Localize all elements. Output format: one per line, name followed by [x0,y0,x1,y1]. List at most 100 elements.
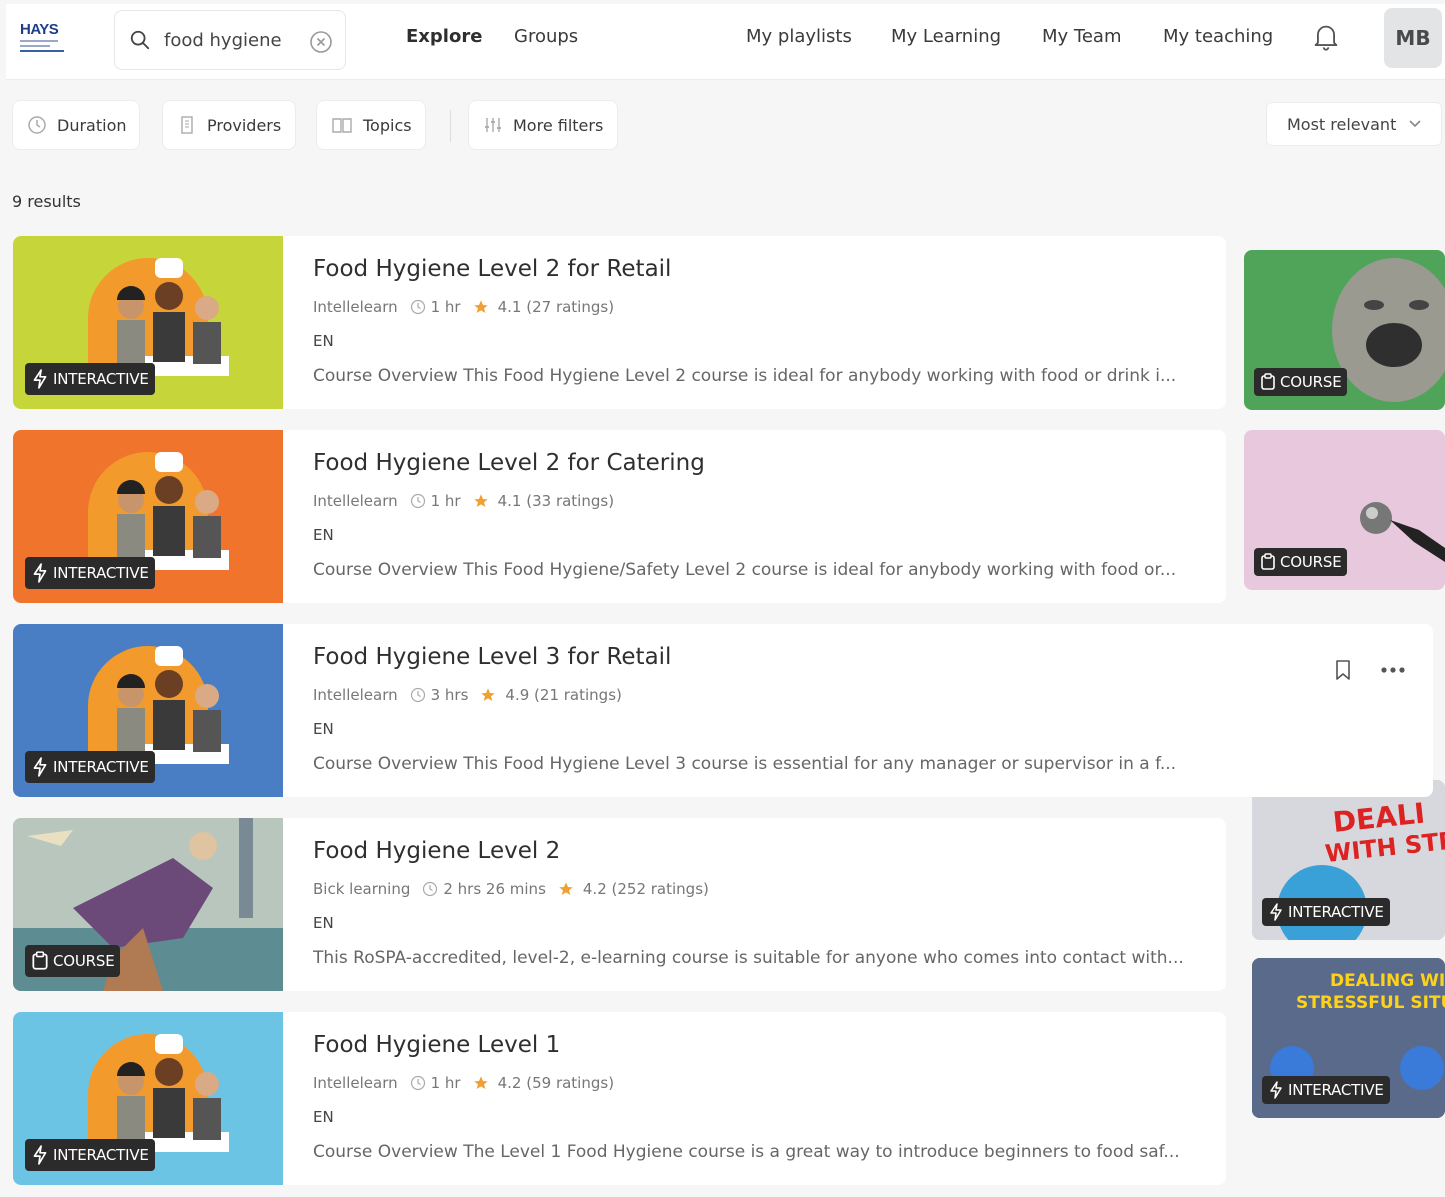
result-card[interactable]: COURSE Food Hygiene Level 2 Bick learning 2… [13,818,1226,991]
card-provider: Intellelearn [313,686,398,704]
search-icon [130,30,150,50]
side-thumb-2[interactable]: COURSE [1244,430,1445,590]
card-description: This RoSPA-accredited, level-2, e-learni… [313,948,1184,968]
course-badge: COURSE [1254,548,1348,576]
card-description: Course Overview This Food Hygiene/Safety… [313,560,1177,580]
clipboard-icon [1261,373,1275,390]
card-description: Course Overview The Level 1 Food Hygiene… [313,1142,1180,1162]
result-card[interactable]: INTERACTIVE Food Hygiene Level 1 Intellele… [13,1012,1226,1185]
chevron-down-icon [1409,120,1421,128]
card-meta: Intellelearn 1 hr 4.1 (33 ratings) [313,492,614,510]
star-icon [481,688,496,701]
nav-my-playlists[interactable]: My playlists [746,26,852,47]
card-provider: Intellelearn [313,492,398,510]
results-count: 9 results [12,192,81,211]
search-box[interactable]: food hygiene [114,10,346,70]
card-meta: Intellelearn 1 hr 4.1 (27 ratings) [313,298,614,316]
bookmark-icon[interactable] [1331,658,1355,682]
lightning-icon [1270,903,1282,921]
avatar[interactable]: MB [1384,8,1442,68]
side-thumb-3[interactable]: DEALI WITH STR INTERACTIVE [1252,780,1445,940]
nav-my-team[interactable]: My Team [1042,26,1121,47]
result-card[interactable]: INTERACTIVE Food Hygiene Level 2 for Cate… [13,430,1226,603]
interactive-badge: INTERACTIVE [25,1139,155,1171]
card-thumbnail[interactable]: COURSE [13,818,283,991]
result-card[interactable]: INTERACTIVE Food Hygiene Level 2 for Reta… [13,236,1226,409]
card-meta: Bick learning 2 hrs 26 mins 4.2 (252 ratin… [313,880,709,898]
building-icon [181,116,193,134]
more-filters-button[interactable]: More filters [468,100,618,150]
more-options-icon[interactable] [1379,662,1407,678]
card-thumbnail[interactable]: INTERACTIVE [13,430,283,603]
card-description: Course Overview This Food Hygiene Level … [313,366,1177,386]
card-title[interactable]: Food Hygiene Level 2 for Retail [313,256,671,282]
clock-icon [410,493,425,509]
interactive-badge: INTERACTIVE [1262,898,1390,926]
card-language: EN [313,526,334,544]
sort-dropdown[interactable]: Most relevant [1266,102,1442,146]
clock-icon [410,1075,425,1091]
providers-filter[interactable]: Providers [162,100,296,150]
sliders-icon [485,118,501,132]
card-meta: Intellelearn 3 hrs 4.9 (21 ratings) [313,686,622,704]
card-provider: Intellelearn [313,1074,398,1092]
lightning-icon [33,757,47,777]
card-rating: 4.2 (59 ratings) [497,1074,615,1092]
nav-my-teaching[interactable]: My teaching [1163,26,1273,47]
topics-filter[interactable]: Topics [316,100,426,150]
card-thumbnail[interactable]: INTERACTIVE [13,624,283,797]
star-icon [473,494,488,507]
card-language: EN [313,1108,334,1126]
card-rating: 4.9 (21 ratings) [505,686,622,704]
card-title[interactable]: Food Hygiene Level 2 [313,838,560,864]
course-badge: COURSE [1254,368,1348,396]
card-thumbnail[interactable]: INTERACTIVE [13,236,283,409]
duration-filter[interactable]: Duration [12,100,140,150]
hays-logo[interactable]: HAYS [20,22,72,52]
card-description: Course Overview This Food Hygiene Level … [313,754,1177,774]
card-provider: Bick learning [313,880,411,898]
clock-icon [28,116,46,134]
interactive-badge: INTERACTIVE [25,363,155,395]
card-duration: 1 hr [430,298,461,316]
course-badge: COURSE [25,945,121,977]
card-rating: 4.1 (27 ratings) [497,298,615,316]
card-meta: Intellelearn 1 hr 4.2 (59 ratings) [313,1074,614,1092]
nav-groups[interactable]: Groups [514,26,578,47]
clipboard-icon [1261,553,1275,570]
card-duration: 2 hrs 26 mins [443,880,546,898]
star-icon [473,300,488,313]
card-rating: 4.2 (252 ratings) [582,880,709,898]
card-title[interactable]: Food Hygiene Level 2 for Catering [313,450,705,476]
card-provider: Intellelearn [313,298,398,316]
search-input[interactable]: food hygiene [164,30,282,51]
card-language: EN [313,914,334,932]
card-thumbnail[interactable]: INTERACTIVE [13,1012,283,1185]
card-duration: 1 hr [430,492,461,510]
result-card[interactable]: INTERACTIVE Food Hygiene Level 3 for Reta… [13,624,1433,797]
star-icon [473,1076,488,1089]
interactive-badge: INTERACTIVE [25,751,155,783]
book-icon [332,118,352,133]
clipboard-icon [32,951,48,970]
lightning-icon [33,1145,47,1165]
card-title[interactable]: Food Hygiene Level 3 for Retail [313,644,671,670]
clock-icon [423,881,438,897]
clear-search-icon[interactable] [309,30,333,54]
svg-text:STRESSFUL SITUATIO: STRESSFUL SITUATIO [1296,993,1445,1013]
filter-divider [450,110,451,142]
clock-icon [410,687,425,703]
lightning-icon [1270,1081,1282,1099]
card-language: EN [313,332,334,350]
clock-icon [410,299,425,315]
interactive-badge: INTERACTIVE [25,557,155,589]
side-thumb-4[interactable]: DEALING WITH STRESSFUL SITUATIO INTERACT… [1252,958,1445,1118]
nav-explore[interactable]: Explore [406,26,482,47]
lightning-icon [33,563,47,583]
side-thumb-1[interactable]: COURSE [1244,250,1445,410]
nav-my-learning[interactable]: My Learning [891,26,1001,47]
card-language: EN [313,720,334,738]
bell-icon[interactable] [1312,22,1340,52]
star-icon [559,882,573,895]
card-title[interactable]: Food Hygiene Level 1 [313,1032,560,1058]
